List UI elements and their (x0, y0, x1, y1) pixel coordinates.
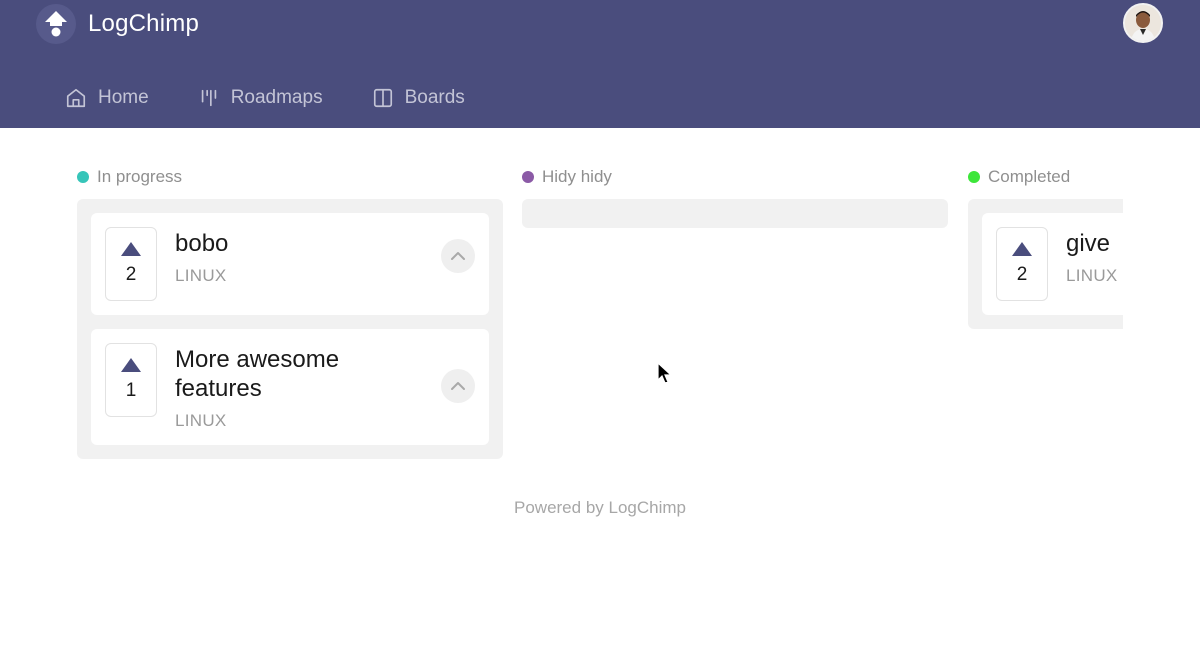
upvote-arrow-icon (121, 358, 141, 372)
column-title: Completed (988, 167, 1071, 186)
roadmap-column-in-progress: In progress 2 bobo LINUX 1 More awesome … (77, 166, 503, 459)
expand-button[interactable] (441, 239, 475, 273)
nav-roadmaps[interactable]: Roadmaps (197, 86, 323, 110)
roadmap-card: 2 bobo LINUX (91, 213, 489, 315)
roadmap-card: 2 give LINUX (982, 213, 1123, 315)
expand-button[interactable] (441, 369, 475, 403)
roadmap-card: 1 More awesome features LINUX (91, 329, 489, 445)
mouse-cursor-icon (657, 362, 673, 384)
nav-boards-label: Boards (404, 87, 465, 108)
roadmap-column-completed: Completed 2 give LINUX (968, 166, 1123, 329)
roadmap-icon (197, 86, 221, 110)
column-list: 2 bobo LINUX 1 More awesome features LIN… (77, 199, 503, 459)
column-list: 2 give LINUX (968, 199, 1123, 329)
column-list (522, 199, 948, 228)
nav-home-label: Home (98, 87, 149, 108)
vote-count: 2 (125, 264, 137, 285)
post-title[interactable]: More awesome features (175, 345, 395, 403)
vote-count: 2 (1016, 264, 1028, 285)
board-name: LINUX (1066, 266, 1118, 285)
nav-boards[interactable]: Boards (371, 86, 465, 110)
boards-icon (371, 86, 395, 110)
vote-button[interactable]: 2 (996, 227, 1048, 301)
column-header: Completed (968, 166, 1123, 188)
logchimp-logo-icon (36, 4, 76, 44)
nav-roadmaps-label: Roadmaps (230, 87, 323, 108)
column-title: Hidy hidy (542, 167, 612, 186)
vote-button[interactable]: 1 (105, 343, 157, 417)
nav-home[interactable]: Home (64, 86, 149, 110)
post-title[interactable]: bobo (175, 229, 475, 258)
board-name: LINUX (175, 266, 227, 285)
post-title[interactable]: give (1066, 229, 1123, 258)
board-name: LINUX (175, 411, 227, 430)
column-header: In progress (77, 166, 503, 188)
home-icon (64, 86, 88, 110)
roadmap-scroll-clip: Completed 2 give LINUX (968, 166, 1123, 336)
chevron-up-icon (451, 382, 465, 390)
brand-name: LogChimp (88, 10, 199, 37)
status-dot (522, 171, 534, 183)
status-dot (968, 171, 980, 183)
column-title: In progress (97, 167, 183, 186)
status-dot (77, 171, 89, 183)
vote-button[interactable]: 2 (105, 227, 157, 301)
roadmap-column-hidy-hidy: Hidy hidy (522, 166, 948, 228)
vote-count: 1 (125, 380, 137, 401)
brand-link[interactable]: LogChimp (36, 4, 199, 44)
chevron-up-icon (451, 252, 465, 260)
column-header: Hidy hidy (522, 166, 948, 188)
upvote-arrow-icon (121, 242, 141, 256)
main-nav: Home Roadmaps Boards (64, 78, 513, 118)
upvote-arrow-icon (1012, 242, 1032, 256)
top-header: LogChimp Home Roadmaps Boards (0, 0, 1200, 128)
user-avatar[interactable] (1123, 3, 1163, 43)
powered-by-footer[interactable]: Powered by LogChimp (0, 498, 1200, 518)
